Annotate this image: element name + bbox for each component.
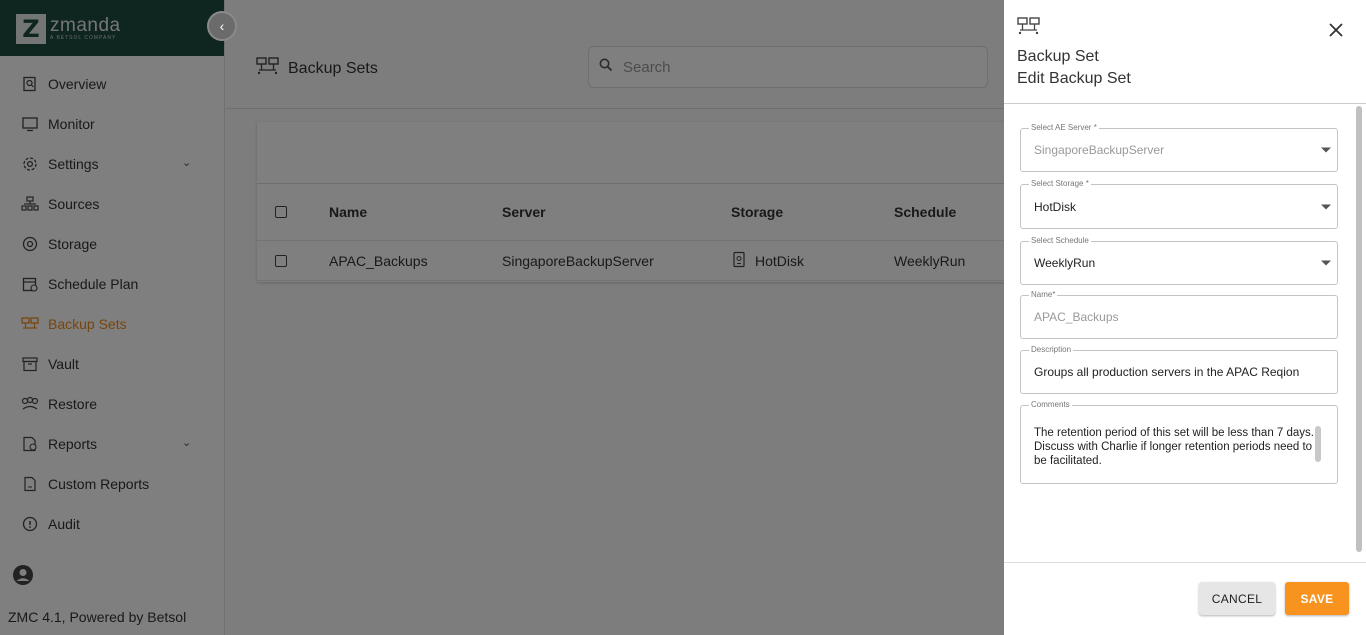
collapse-sidebar-button[interactable]: ‹ <box>207 11 237 41</box>
cancel-button[interactable]: CANCEL <box>1199 582 1275 615</box>
field-value: WeeklyRun <box>1034 256 1096 270</box>
close-drawer-button[interactable] <box>1326 22 1346 42</box>
field-label: Select Schedule <box>1029 235 1091 247</box>
field-value: HotDisk <box>1034 199 1077 214</box>
field-value: APAC_Backups <box>1034 310 1119 324</box>
save-button[interactable]: SAVE <box>1285 582 1349 615</box>
comments-scrollbar[interactable] <box>1315 426 1321 462</box>
drawer-header: Backup Set Edit Backup Set <box>1004 0 1366 104</box>
field-label: Comments <box>1029 399 1072 411</box>
ae-server-select[interactable]: Select AE Server * SingaporeBackupServer <box>1020 122 1338 172</box>
field-value: SingaporeBackupServer <box>1034 143 1165 157</box>
description-field[interactable]: Description Groups all production server… <box>1020 344 1338 394</box>
edit-backup-set-drawer: Backup Set Edit Backup Set Select AE Ser… <box>1004 0 1366 635</box>
name-field[interactable]: Name* APAC_Backups <box>1020 289 1338 339</box>
close-icon <box>1328 22 1344 43</box>
dropdown-arrow-icon <box>1321 260 1331 266</box>
comments-textarea[interactable]: Comments The retention period of this se… <box>1020 399 1338 484</box>
field-label: Select Storage * <box>1029 178 1091 190</box>
dropdown-arrow-icon <box>1321 204 1331 209</box>
drawer-title: Backup Set <box>1017 48 1099 65</box>
drawer-footer-divider <box>1004 562 1366 563</box>
drawer-scrollbar[interactable] <box>1356 106 1362 552</box>
chevron-left-icon: ‹ <box>219 18 225 34</box>
schedule-select[interactable]: Select Schedule WeeklyRun <box>1020 235 1338 285</box>
field-value: Groups all production servers in the APA… <box>1034 365 1300 379</box>
backup-sets-icon <box>1017 16 1041 41</box>
storage-select[interactable]: Select Storage * HotDisk <box>1020 178 1338 229</box>
modal-backdrop[interactable] <box>0 0 1004 635</box>
dropdown-arrow-icon <box>1321 147 1331 153</box>
field-value: The retention period of this set will be… <box>1034 427 1314 467</box>
drawer-subtitle: Edit Backup Set <box>1017 70 1131 87</box>
field-label: Description <box>1029 344 1074 356</box>
field-label: Select AE Server * <box>1029 122 1099 134</box>
field-label: Name* <box>1029 289 1058 301</box>
